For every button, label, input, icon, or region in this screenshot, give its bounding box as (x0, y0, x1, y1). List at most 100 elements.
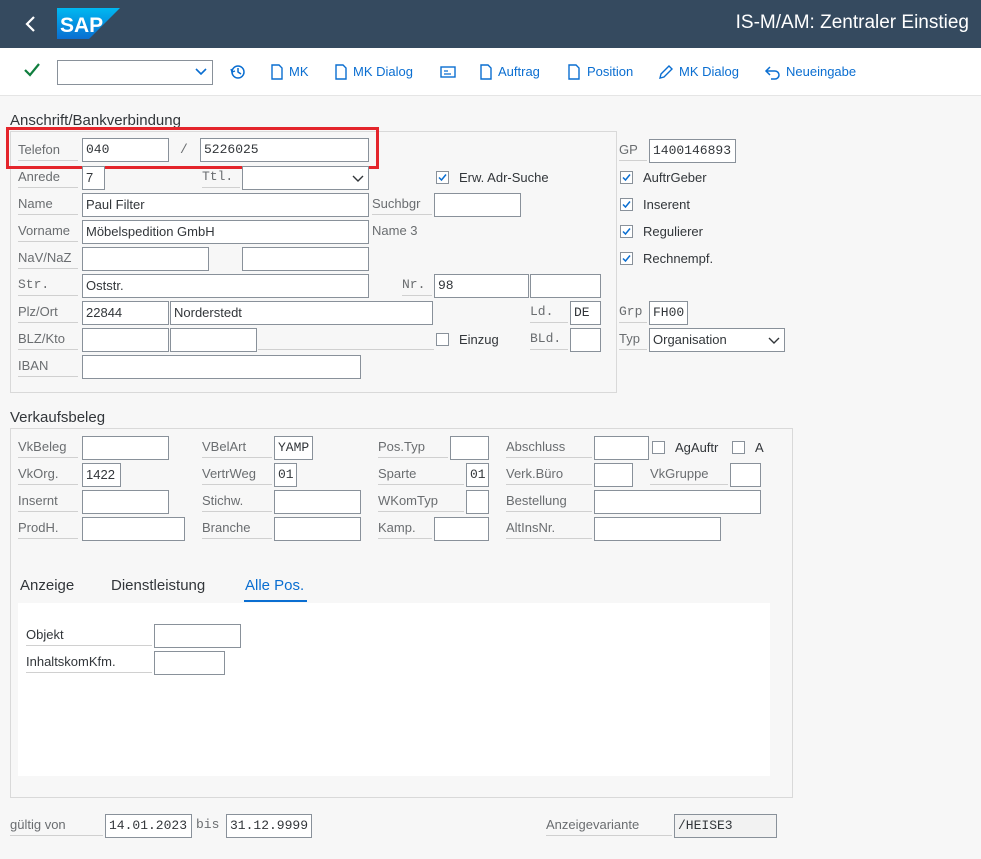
name-field[interactable]: Paul Filter (82, 193, 369, 217)
typ-select-value: Organisation (653, 332, 727, 347)
vkorg-label: VkOrg. (18, 463, 78, 485)
insernt-field[interactable] (82, 490, 169, 514)
checkmark-icon[interactable] (22, 60, 42, 80)
checkmark-icon (622, 255, 631, 263)
altinsnr-label: AltInsNr. (506, 517, 592, 539)
vbelart-field[interactable]: YAMP (274, 436, 313, 460)
valid-from-field[interactable]: 14.01.2023 (105, 814, 192, 838)
inhaltskomkfm-label: InhaltskomKfm. (26, 651, 152, 673)
gp-field[interactable]: 1400146893 (649, 139, 736, 163)
anrede-field[interactable]: 7 (82, 166, 105, 190)
mk-dialog-edit-button[interactable]: MK Dialog (679, 64, 739, 80)
verkburo-field[interactable] (594, 463, 633, 487)
house-number-field[interactable]: 98 (434, 274, 529, 298)
position-button[interactable]: Position (587, 64, 633, 80)
vertrweg-label: VertrWeg (202, 463, 272, 485)
ttl-select[interactable] (242, 166, 369, 190)
abschluss-field[interactable] (594, 436, 649, 460)
einzug-label: Einzug (459, 332, 499, 347)
postyp-field[interactable] (450, 436, 489, 460)
str-label: Str. (18, 274, 78, 296)
inserent-checkbox[interactable] (620, 198, 633, 211)
house-number-suffix-field[interactable] (530, 274, 601, 298)
card-icon[interactable] (439, 63, 457, 81)
sparte-label: Sparte (378, 463, 464, 485)
checkmark-icon (438, 174, 447, 182)
wkomtyp-field[interactable] (466, 490, 489, 514)
blz-field[interactable] (82, 328, 169, 352)
history-icon[interactable] (229, 63, 247, 81)
document-icon (335, 64, 347, 80)
country-field[interactable]: DE (570, 301, 601, 325)
back-button[interactable] (18, 10, 44, 38)
branche-field[interactable] (274, 517, 361, 541)
bis-label: bis (196, 817, 220, 832)
svg-text:SAP: SAP (60, 14, 103, 37)
prodh-field[interactable] (82, 517, 185, 541)
a-label: A (755, 440, 764, 455)
abschluss-label: Abschluss (506, 436, 592, 458)
bestellung-label: Bestellung (506, 490, 592, 512)
altinsnr-field[interactable] (594, 517, 721, 541)
objekt-field[interactable] (154, 624, 241, 648)
typ-label: Typ (619, 328, 647, 350)
ort-field[interactable]: Norderstedt (170, 301, 433, 325)
kto-field[interactable] (170, 328, 257, 352)
sales-group-title: Verkaufsbeleg (10, 409, 106, 426)
stichw-field[interactable] (274, 490, 361, 514)
gp-label: GP (619, 139, 647, 161)
command-field[interactable] (57, 60, 213, 85)
neueingabe-button[interactable]: Neueingabe (786, 64, 856, 80)
anzeigevariante-field[interactable]: /HEISE3 (674, 814, 777, 838)
vorname-field[interactable]: Möbelspedition GmbH (82, 220, 369, 244)
erw-adr-suche-label: Erw. Adr-Suche (459, 170, 549, 185)
typ-select[interactable]: Organisation (649, 328, 785, 352)
anzeigevariante-label: Anzeigevariante (546, 814, 672, 836)
chevron-down-icon (352, 175, 364, 182)
mk-dialog-button[interactable]: MK Dialog (353, 64, 413, 80)
vbelart-label: VBelArt (202, 436, 272, 458)
tab-anzeige[interactable]: Anzeige (20, 576, 74, 596)
einzug-checkbox[interactable] (436, 333, 449, 346)
vkgruppe-field[interactable] (730, 463, 761, 487)
rechnempf-label: Rechnempf. (643, 251, 714, 266)
street-field[interactable]: Oststr. (82, 274, 369, 298)
name3-label: Name 3 (372, 223, 418, 238)
kamp-field[interactable] (434, 517, 489, 541)
iban-field[interactable] (82, 355, 361, 379)
tab-dienstleistung[interactable]: Dienstleistung (111, 576, 205, 596)
document-icon (271, 64, 283, 80)
sparte-field[interactable]: 01 (466, 463, 489, 487)
regulierer-label: Regulierer (643, 224, 703, 239)
agauftr-checkbox[interactable] (652, 441, 665, 454)
nav-field-2[interactable] (242, 247, 369, 271)
region-field[interactable] (570, 328, 601, 352)
bld-label: BLd. (530, 328, 568, 350)
plz-field[interactable]: 22844 (82, 301, 169, 325)
auftrag-button[interactable]: Auftrag (498, 64, 540, 80)
mk-button[interactable]: MK (289, 64, 309, 80)
tab-alle-pos[interactable]: Alle Pos. (245, 576, 304, 596)
wkomtyp-label: WKomTyp (378, 490, 464, 512)
bestellung-field[interactable] (594, 490, 761, 514)
a-checkbox[interactable] (732, 441, 745, 454)
nav-field-1[interactable] (82, 247, 209, 271)
rechnempf-checkbox[interactable] (620, 252, 633, 265)
vkorg-field[interactable]: 1422 (82, 463, 121, 487)
objekt-label: Objekt (26, 624, 152, 646)
tab-panel: Objekt InhaltskomKfm. (18, 603, 770, 776)
grp-field[interactable]: FH00 (649, 301, 688, 325)
erw-adr-suche-checkbox[interactable] (436, 171, 449, 184)
chevron-left-icon (25, 16, 35, 32)
inhaltskomkfm-field[interactable] (154, 651, 225, 675)
suchbgr-field[interactable] (434, 193, 521, 217)
vkbeleg-field[interactable] (82, 436, 169, 460)
auftrgeber-checkbox[interactable] (620, 171, 633, 184)
regulierer-checkbox[interactable] (620, 225, 633, 238)
vertrweg-field[interactable]: 01 (274, 463, 297, 487)
pencil-icon (659, 65, 673, 79)
ld-label: Ld. (530, 301, 568, 323)
undo-icon (764, 66, 780, 80)
valid-to-field[interactable]: 31.12.9999 (226, 814, 312, 838)
chevron-down-icon (195, 68, 207, 76)
